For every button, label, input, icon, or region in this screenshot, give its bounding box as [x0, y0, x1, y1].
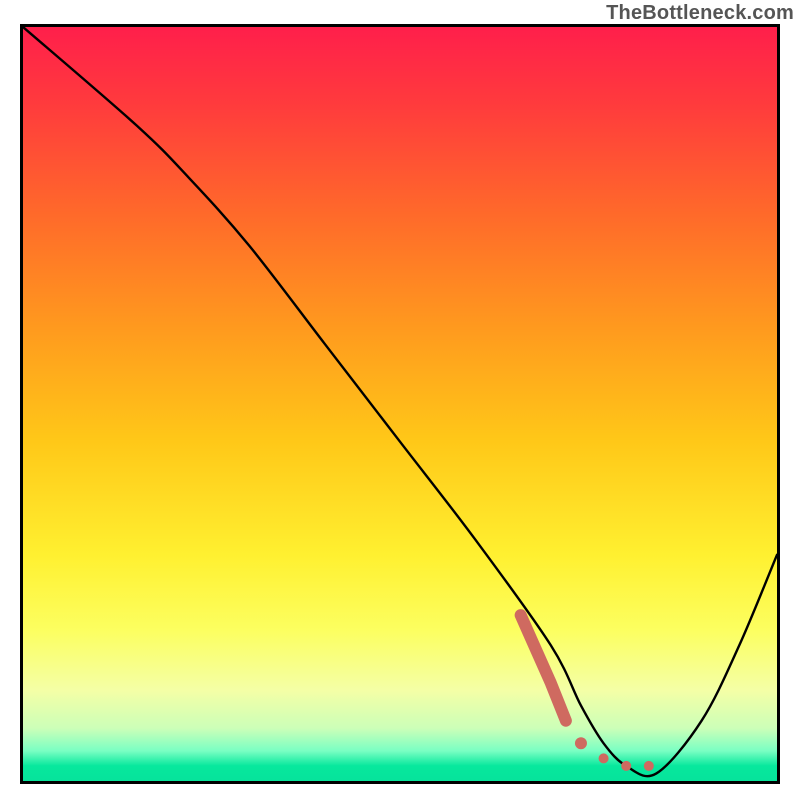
bottleneck-curve-path — [23, 27, 777, 776]
optimal-zone-dot — [621, 761, 631, 771]
optimal-zone-stroke — [521, 615, 566, 721]
chart-container: TheBottleneck.com — [0, 0, 800, 800]
optimal-zone-dots — [575, 737, 654, 771]
curve-overlay — [23, 27, 777, 781]
watermark-text: TheBottleneck.com — [606, 2, 794, 25]
optimal-zone-dot — [575, 737, 587, 749]
optimal-zone-dot — [644, 761, 654, 771]
plot-area — [20, 24, 780, 784]
optimal-zone-dot — [599, 753, 609, 763]
plot-frame — [20, 24, 780, 784]
